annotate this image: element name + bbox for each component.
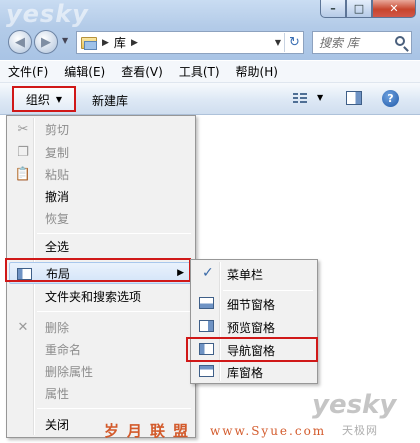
window-controls: – □ ✕ [320, 0, 416, 18]
breadcrumb-library[interactable]: 库 [114, 34, 126, 51]
preview-pane-icon [199, 320, 214, 332]
refresh-button[interactable]: ↻ [284, 33, 304, 52]
library-folder-icon [81, 36, 97, 50]
menu-item-label: 删除 [45, 320, 70, 335]
delete-icon: ✕ [17, 319, 29, 335]
menu-item-folder-search-options[interactable]: 文件夹和搜索选项 [9, 285, 193, 307]
menu-item-label: 属性 [45, 386, 70, 401]
forward-arrow-icon: ▶ [41, 34, 51, 50]
close-button[interactable]: ✕ [372, 0, 416, 18]
breadcrumb-separator-icon[interactable]: ▶ [102, 38, 109, 48]
help-icon[interactable]: ? [382, 90, 399, 107]
menu-item-label: 恢复 [45, 211, 70, 226]
library-pane-icon [199, 365, 214, 377]
menu-item-label: 重命名 [45, 342, 82, 357]
submenu-item-menu-bar[interactable]: ✓ 菜单栏 [193, 263, 315, 285]
menu-item-label: 粘贴 [45, 167, 70, 182]
organize-button[interactable]: 组织 ▼ [12, 86, 76, 112]
search-input[interactable]: 搜索 库 [312, 31, 412, 54]
menu-item-label: 删除属性 [45, 364, 94, 379]
submenu-arrow-icon: ▶ [177, 268, 184, 278]
menu-item-label: 关闭 [45, 417, 70, 432]
minimize-button[interactable]: – [320, 0, 346, 18]
menu-item-copy[interactable]: ❐ 复制 [9, 141, 193, 163]
submenu-item-label: 预览窗格 [227, 320, 276, 335]
watermark-logo: yesky [6, 0, 89, 28]
breadcrumb-separator-icon[interactable]: ▶ [131, 38, 138, 48]
menu-item-paste[interactable]: 📋 粘贴 [9, 163, 193, 185]
search-icon[interactable] [395, 36, 405, 46]
forward-button[interactable]: ▶ [34, 30, 58, 54]
watermark-site-name: 岁月联盟 [104, 422, 197, 440]
details-pane-icon [199, 297, 214, 309]
watermark-yesky: yesky [312, 390, 397, 420]
submenu-item-label: 细节窗格 [227, 297, 276, 312]
menu-item-label: 剪切 [45, 122, 70, 137]
submenu-item-preview-pane[interactable]: 预览窗格 [193, 316, 315, 338]
menu-separator [37, 233, 191, 234]
navigation-pane-icon [199, 343, 214, 355]
menu-view[interactable]: 查看(V) [113, 63, 171, 80]
menu-item-remove-properties[interactable]: 删除属性 [9, 360, 193, 382]
organize-label: 组织 [25, 92, 50, 107]
menu-item-delete[interactable]: ✕ 删除 [9, 316, 193, 338]
menu-separator [37, 259, 191, 260]
menu-item-label: 布局 [46, 266, 71, 281]
menu-file[interactable]: 文件(F) [0, 63, 56, 80]
menu-item-label: 撤消 [45, 189, 70, 204]
layout-icon [16, 266, 32, 282]
maximize-button[interactable]: □ [346, 0, 372, 18]
preview-pane-toggle-icon[interactable] [346, 91, 362, 105]
back-button[interactable]: ◀ [8, 30, 32, 54]
new-library-button[interactable]: 新建库 [92, 92, 128, 109]
menu-bar: 文件(F) 编辑(E) 查看(V) 工具(T) 帮助(H) [0, 61, 420, 83]
window-title-bar: yesky – □ ✕ ◀ ▶ ▼ ▶ 库 ▶ ▼ ↻ 搜索 库 [0, 0, 420, 60]
refresh-icon: ↻ [289, 35, 300, 50]
menu-separator [37, 311, 191, 312]
menu-tools[interactable]: 工具(T) [171, 63, 228, 80]
recent-pages-dropdown[interactable]: ▼ [62, 36, 68, 45]
watermark-url: www.Syue.com [210, 424, 327, 438]
menu-item-properties[interactable]: 属性 [9, 382, 193, 404]
address-bar[interactable]: ▶ 库 ▶ ▼ [76, 31, 304, 54]
menu-item-rename[interactable]: 重命名 [9, 338, 193, 360]
menu-edit[interactable]: 编辑(E) [56, 63, 113, 80]
change-view-icon[interactable] [293, 92, 307, 104]
submenu-item-details-pane[interactable]: 细节窗格 [193, 293, 315, 315]
command-bar: 组织 ▼ 新建库 ▼ ? [0, 83, 420, 115]
menu-separator [223, 290, 313, 291]
view-options-dropdown-icon[interactable]: ▼ [317, 93, 323, 102]
search-placeholder: 搜索 库 [319, 36, 359, 50]
chevron-down-icon: ▼ [55, 94, 63, 104]
address-dropdown-icon[interactable]: ▼ [275, 38, 281, 47]
submenu-item-library-pane[interactable]: 库窗格 [193, 361, 315, 383]
menu-item-label: 文件夹和搜索选项 [45, 289, 142, 304]
submenu-item-label: 导航窗格 [227, 343, 276, 358]
menu-item-redo[interactable]: 恢复 [9, 207, 193, 229]
menu-item-undo[interactable]: 撤消 [9, 185, 193, 207]
menu-help[interactable]: 帮助(H) [228, 63, 286, 80]
layout-submenu: ✓ 菜单栏 细节窗格 预览窗格 导航窗格 库窗格 [190, 259, 318, 384]
menu-item-label: 复制 [45, 145, 70, 160]
menu-separator [37, 408, 191, 409]
menu-item-layout[interactable]: 布局 ▶ [9, 262, 193, 284]
menu-item-select-all[interactable]: 全选 [9, 235, 193, 257]
scissors-icon: ✂ [17, 121, 29, 137]
menu-item-cut[interactable]: ✂ 剪切 [9, 118, 193, 140]
menu-item-label: 全选 [45, 239, 70, 254]
paste-icon: 📋 [14, 166, 32, 182]
organize-menu: ✂ 剪切 ❐ 复制 📋 粘贴 撤消 恢复 全选 布局 ▶ 文件夹和搜索选项 ✕ … [6, 115, 196, 438]
submenu-item-label: 菜单栏 [227, 267, 264, 282]
submenu-item-navigation-pane[interactable]: 导航窗格 [193, 339, 315, 361]
checkmark-icon: ✓ [202, 265, 214, 281]
submenu-item-label: 库窗格 [227, 365, 264, 380]
watermark-yesky-sub: 天极网 [342, 424, 378, 437]
back-arrow-icon: ◀ [15, 34, 25, 50]
copy-icon: ❐ [17, 144, 29, 160]
